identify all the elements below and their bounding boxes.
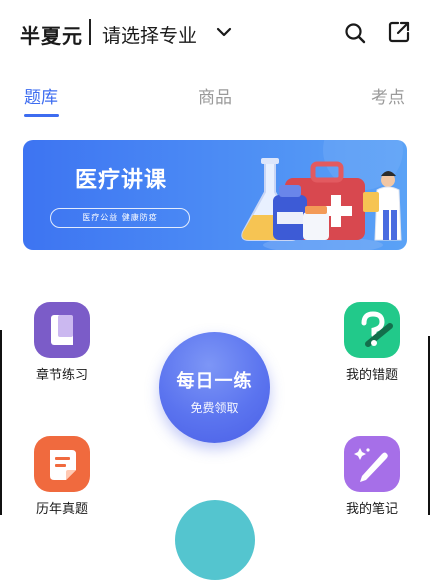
- document-icon: [34, 436, 90, 492]
- brand-title: 半夏元: [20, 24, 83, 48]
- left-edge-line: [0, 330, 2, 515]
- my-mistakes-label: 我的错题: [345, 368, 398, 383]
- tab-question-bank[interactable]: 题库: [24, 83, 58, 108]
- medical-illustration-icon: [241, 140, 403, 250]
- banner-subtitle: 医疗公益 健康防疫: [50, 208, 190, 228]
- question-mark-icon: [344, 302, 400, 358]
- banner[interactable]: 医疗讲课 医疗公益 健康防疫: [23, 140, 407, 250]
- active-tab-indicator: [24, 114, 59, 117]
- daily-practice-subtitle: 免费领取: [190, 401, 239, 415]
- tab-bar: 题库 商品 考点: [0, 78, 431, 118]
- daily-practice-button[interactable]: 每日一练 免费领取: [159, 332, 270, 443]
- my-mistakes-button[interactable]: 我的错题: [332, 302, 412, 383]
- next-section-button[interactable]: [175, 500, 255, 580]
- book-icon: [34, 302, 90, 358]
- search-icon[interactable]: [343, 21, 367, 45]
- tab-key-points[interactable]: 考点: [371, 83, 405, 108]
- pencil-icon: [344, 436, 400, 492]
- past-exams-button[interactable]: 历年真题: [22, 436, 102, 517]
- chevron-down-icon[interactable]: [214, 22, 234, 42]
- chapter-practice-label: 章节练习: [35, 368, 88, 383]
- chapter-practice-button[interactable]: 章节练习: [22, 302, 102, 383]
- past-exams-label: 历年真题: [35, 502, 88, 517]
- header-divider: [89, 19, 91, 45]
- banner-title: 医疗讲课: [75, 168, 168, 193]
- my-notes-label: 我的笔记: [345, 502, 398, 517]
- share-icon[interactable]: [387, 20, 411, 44]
- tab-products[interactable]: 商品: [198, 83, 232, 108]
- daily-practice-title: 每日一练: [176, 371, 253, 392]
- my-notes-button[interactable]: 我的笔记: [332, 436, 412, 517]
- top-bar: 半夏元 请选择专业: [0, 0, 431, 66]
- right-edge-line: [428, 336, 430, 515]
- major-selector[interactable]: 请选择专业: [102, 21, 197, 48]
